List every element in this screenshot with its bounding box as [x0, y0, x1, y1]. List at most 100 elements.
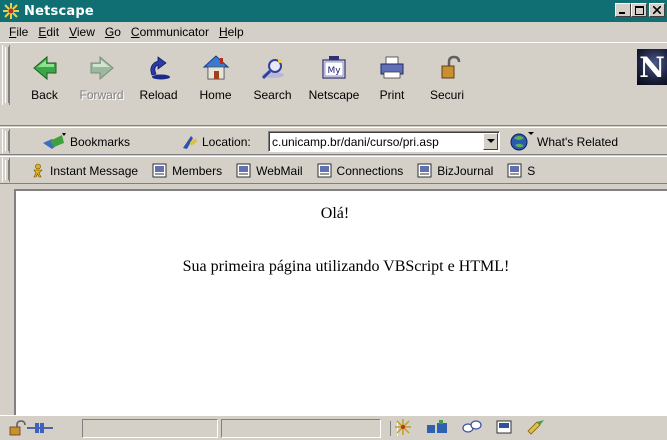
print-icon	[380, 56, 404, 79]
dial-component[interactable]	[525, 419, 547, 438]
page-message: Sua primeira página utilizando VBScript …	[182, 258, 510, 275]
back-arrow-icon	[32, 55, 56, 81]
svg-text:My: My	[327, 66, 341, 76]
navigator-icon	[395, 419, 411, 435]
back-button[interactable]: Back	[16, 49, 73, 107]
bookmarks-label: Bookmarks	[70, 135, 131, 149]
webmail-button[interactable]: WebMail	[236, 163, 303, 178]
print-button[interactable]: Print	[367, 49, 417, 107]
bookmark-page-icon	[152, 163, 167, 178]
connection-status[interactable]	[27, 422, 53, 437]
security-lock-icon	[441, 55, 461, 79]
menu-go-rest: o	[114, 25, 121, 39]
status-bar	[0, 415, 667, 440]
url-input[interactable]	[269, 132, 483, 151]
menu-help[interactable]: Help	[214, 25, 249, 39]
bizjournal-button[interactable]: BizJournal	[417, 163, 493, 178]
smart-browsing-button[interactable]: S	[507, 163, 535, 178]
home-icon	[202, 55, 229, 80]
forward-arrow-icon	[90, 55, 114, 81]
navigator-component[interactable]	[393, 418, 413, 439]
menu-view[interactable]: View	[64, 25, 100, 39]
print-label: Print	[379, 88, 405, 102]
security-label: Securi	[429, 88, 464, 102]
discussion-component[interactable]	[461, 419, 483, 438]
mailbox-component[interactable]	[425, 419, 449, 438]
whats-related-label: What's Related	[537, 135, 618, 149]
members-button[interactable]: Members	[152, 163, 222, 178]
back-label: Back	[31, 88, 58, 102]
close-button[interactable]	[649, 3, 665, 17]
page-greeting: Olá!	[320, 205, 350, 222]
location-label: Location:	[202, 135, 251, 149]
minimize-button[interactable]	[615, 3, 631, 17]
netscape-logo-letter: N	[639, 50, 665, 84]
location-label-group: Location:	[181, 134, 251, 150]
home-button[interactable]: Home	[187, 49, 244, 107]
instant-message-button[interactable]: Instant Message	[30, 163, 138, 178]
netscape-icon: My	[322, 56, 346, 79]
security-button[interactable]: Securi	[417, 49, 477, 107]
instant-message-label: Instant Message	[50, 163, 139, 178]
smart-browsing-label: S	[527, 163, 536, 178]
personal-grip[interactable]	[2, 158, 10, 182]
bookmarks-button[interactable]: Bookmarks	[42, 133, 130, 151]
home-label: Home	[199, 88, 232, 102]
maximize-button[interactable]	[631, 3, 647, 17]
progress-panel	[221, 419, 381, 438]
menu-file[interactable]: File	[4, 25, 33, 39]
security-icon	[9, 420, 26, 436]
search-label: Search	[253, 88, 292, 102]
menu-help-accel: H	[218, 25, 228, 39]
netscape-label: Netscape	[308, 88, 360, 102]
connections-button[interactable]: Connections	[317, 163, 404, 178]
bookmark-page-icon	[417, 163, 432, 178]
menu-edit[interactable]: Edit	[33, 25, 64, 39]
connections-label: Connections	[336, 163, 404, 178]
window-title: Netscape	[24, 3, 94, 19]
search-button[interactable]: Search	[244, 49, 301, 107]
bizjournal-label: BizJournal	[437, 163, 494, 178]
composer-icon	[496, 420, 512, 434]
whats-related-button[interactable]: What's Related	[510, 132, 618, 152]
whats-related-icon	[510, 132, 534, 151]
location-toolbar: Bookmarks Location: What's Related	[0, 127, 667, 155]
composer-component[interactable]	[495, 419, 513, 438]
forward-button[interactable]: Forward	[73, 49, 130, 107]
component-bar	[393, 418, 559, 439]
menu-file-rest: ile	[16, 25, 29, 39]
members-label: Members	[172, 163, 223, 178]
forward-label: Forward	[79, 88, 124, 102]
discussion-icon	[462, 420, 482, 433]
toolbar-grip[interactable]	[2, 45, 10, 105]
status-text-panel	[82, 419, 218, 438]
reload-label: Reload	[139, 88, 178, 102]
title-bar[interactable]: Netscape	[0, 0, 667, 22]
location-grip[interactable]	[2, 129, 10, 153]
navigation-toolbar: Back Forward Reload Home Search My Netsc…	[0, 42, 667, 126]
menu-communicator[interactable]: Communicator	[126, 25, 214, 39]
connection-icon	[27, 423, 53, 433]
url-dropdown-button[interactable]	[483, 133, 498, 150]
minimize-icon	[619, 12, 625, 14]
menu-communicator-accel: C	[130, 25, 140, 39]
page-content: Olá! Sua primeira página utilizando VBSc…	[14, 189, 667, 415]
location-icon	[183, 136, 197, 149]
bookmark-page-icon	[317, 163, 332, 178]
reload-button[interactable]: Reload	[130, 49, 187, 107]
netscape-logo[interactable]: N	[637, 49, 667, 85]
netscape-button[interactable]: My Netscape	[301, 49, 367, 107]
menu-view-accel: V	[69, 25, 77, 39]
mailbox-icon	[427, 420, 447, 433]
menu-go[interactable]: Go	[100, 25, 126, 39]
url-field[interactable]	[268, 131, 500, 152]
instant-message-icon	[33, 163, 43, 178]
menu-view-rest: iew	[76, 25, 95, 39]
maximize-icon	[634, 5, 644, 15]
menu-go-accel: G	[104, 25, 115, 39]
netscape-app-icon	[2, 2, 20, 20]
close-icon	[653, 6, 661, 14]
security-status[interactable]	[8, 420, 26, 439]
menu-help-rest: elp	[227, 25, 244, 39]
bookmark-page-icon	[507, 163, 522, 178]
